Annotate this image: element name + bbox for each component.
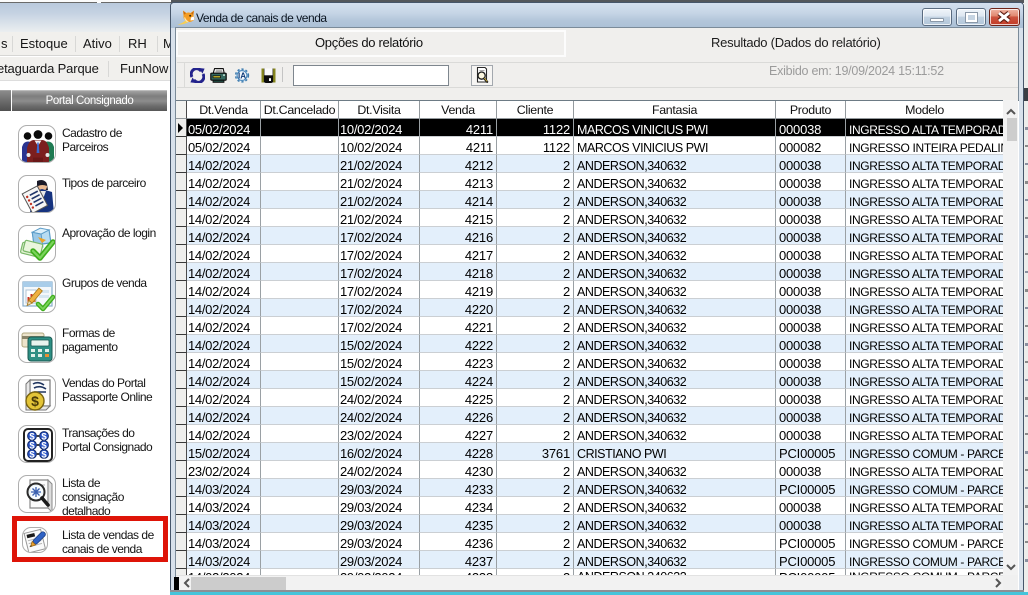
svg-text:IA: IA: [238, 72, 246, 81]
svg-text:$: $: [29, 449, 35, 460]
svg-text:$: $: [31, 393, 39, 409]
svg-text:$: $: [41, 449, 47, 460]
